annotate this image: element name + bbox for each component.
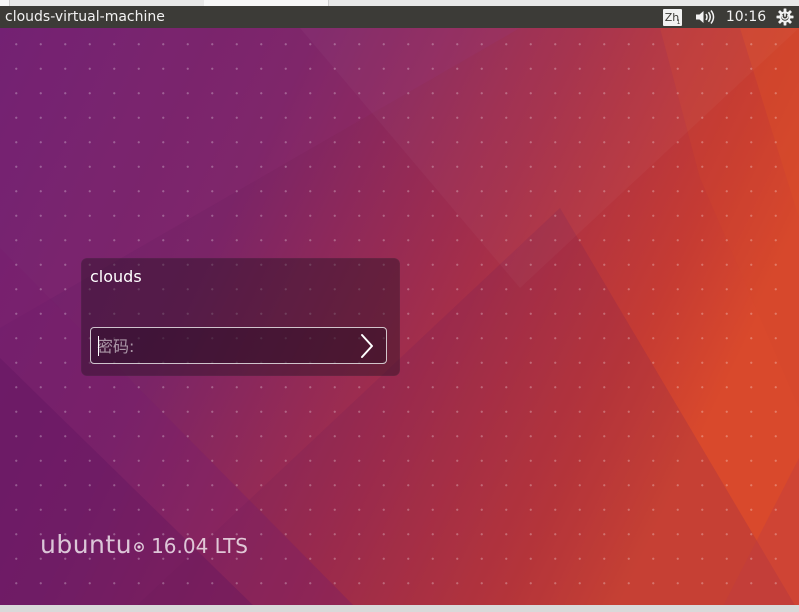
volume-indicator[interactable] — [693, 6, 717, 28]
power-indicator[interactable] — [774, 6, 796, 28]
volume-icon — [696, 10, 715, 24]
ubuntu-wordmark: ubuntu — [40, 530, 133, 559]
password-field[interactable] — [90, 327, 387, 364]
screen: clouds-virtual-machine Zh 1 10:16 clouds… — [0, 0, 799, 612]
host-bottom-edge — [0, 605, 799, 612]
hostname-label: clouds-virtual-machine — [5, 9, 165, 25]
keyboard-layout-icon: Zh 1 — [662, 8, 682, 26]
ubuntu-version: 16.04 LTS — [151, 534, 248, 558]
username-label[interactable]: clouds — [90, 267, 142, 286]
password-input[interactable] — [97, 334, 347, 358]
chevron-right-icon — [361, 334, 373, 358]
clock-indicator[interactable]: 10:16 — [724, 6, 768, 28]
top-panel: clouds-virtual-machine Zh 1 10:16 — [0, 6, 799, 28]
circle-of-friends-icon — [133, 538, 145, 557]
ubuntu-branding: ubuntu 16.04 LTS — [40, 530, 248, 559]
login-submit-button[interactable] — [354, 332, 380, 360]
text-caret — [98, 336, 99, 356]
power-gear-icon — [776, 8, 794, 26]
keyboard-layout-indicator[interactable]: Zh 1 — [661, 6, 683, 28]
login-box: clouds — [81, 258, 400, 376]
